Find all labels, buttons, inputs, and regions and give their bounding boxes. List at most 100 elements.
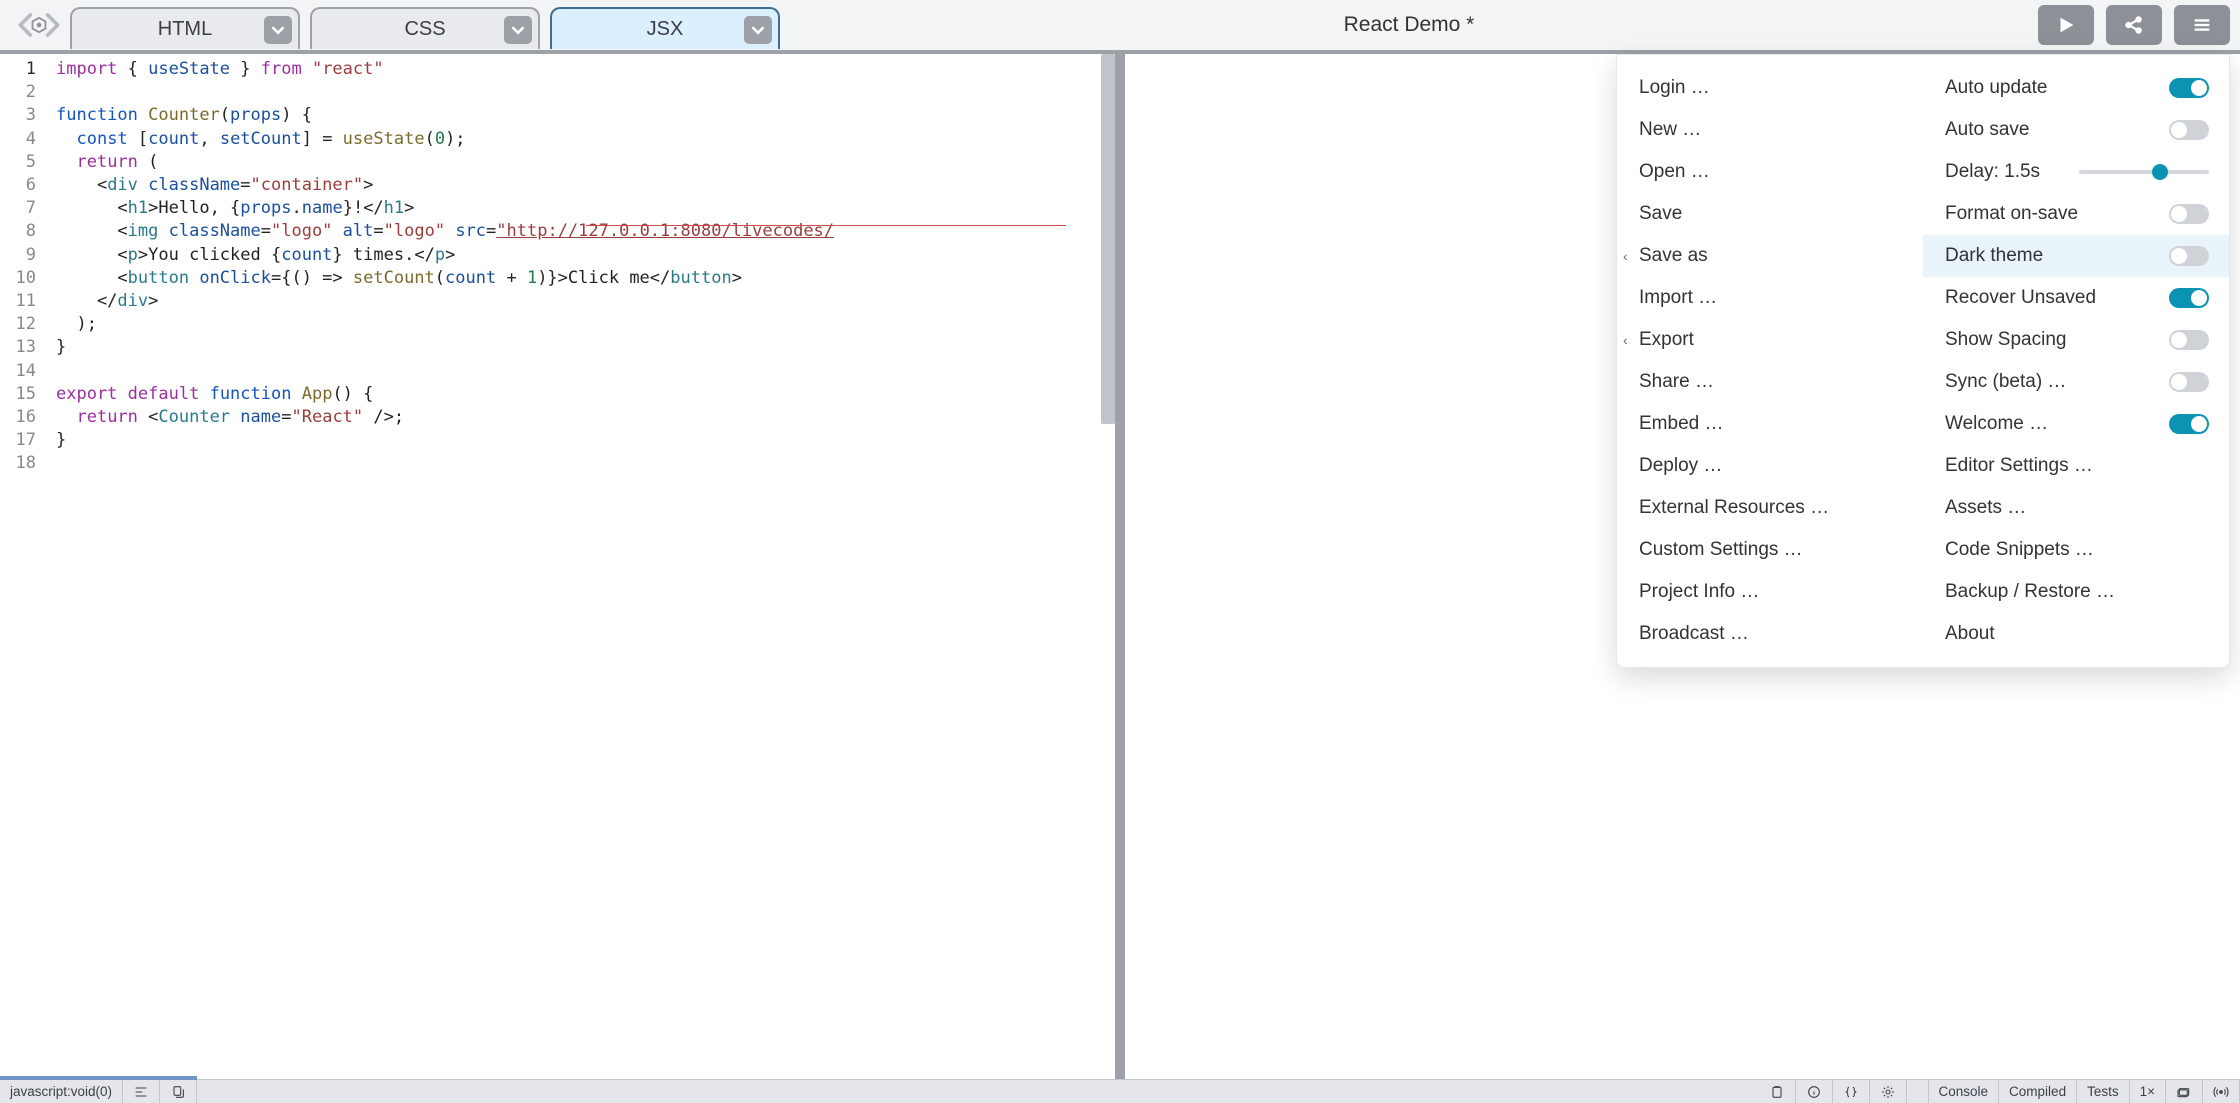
menu-item-label: Share … bbox=[1639, 371, 1903, 393]
gear-icon[interactable] bbox=[1870, 1080, 1907, 1103]
copy-icon[interactable] bbox=[160, 1080, 197, 1103]
menu-item-deploy[interactable]: Deploy … bbox=[1617, 445, 1923, 487]
braces-icon[interactable] bbox=[1833, 1080, 1870, 1103]
menu-item-label: Welcome … bbox=[1945, 413, 2169, 435]
menu-item-label: Recover Unsaved bbox=[1945, 287, 2169, 309]
menu-item-label: Backup / Restore … bbox=[1945, 581, 2209, 603]
status-item-console[interactable]: Console bbox=[1929, 1080, 2000, 1103]
menu-item-label: About bbox=[1945, 623, 2209, 645]
menu-item-label: Project Info … bbox=[1639, 581, 1903, 603]
project-title[interactable]: React Demo * bbox=[780, 13, 2038, 37]
tab-label: HTML bbox=[158, 18, 212, 41]
run-button[interactable] bbox=[2038, 5, 2094, 45]
menu-item-custset[interactable]: Custom Settings … bbox=[1617, 529, 1923, 571]
menu-item-embed[interactable]: Embed … bbox=[1617, 403, 1923, 445]
menu-item-sync[interactable]: Sync (beta) … bbox=[1923, 361, 2229, 403]
menu-item-label: Auto update bbox=[1945, 77, 2169, 99]
hamburger-menu-button[interactable] bbox=[2174, 5, 2230, 45]
toggle-formatsave[interactable] bbox=[2169, 204, 2209, 224]
menu-item-label: Broadcast … bbox=[1639, 623, 1903, 645]
menu-item-label: Export bbox=[1639, 329, 1903, 351]
toggle-darktheme[interactable] bbox=[2169, 246, 2209, 266]
menu-item-label: Assets … bbox=[1945, 497, 2209, 519]
menu-item-label: New … bbox=[1639, 119, 1903, 141]
menu-item-label: Format on-save bbox=[1945, 203, 2169, 225]
menu-item-about[interactable]: About bbox=[1923, 613, 2229, 655]
settings-menu: Login … New … Open … Save ‹ Save as Import … ‹ E… bbox=[1616, 54, 2230, 668]
tab-css[interactable]: CSS bbox=[310, 7, 540, 49]
chevron-left-icon: ‹ bbox=[1623, 248, 1628, 264]
menu-item-delay[interactable]: Delay: 1.5s bbox=[1923, 151, 2229, 193]
slider-delay[interactable] bbox=[2079, 170, 2209, 174]
menu-item-projinfo[interactable]: Project Info … bbox=[1617, 571, 1923, 613]
line-gutter: 123456789101112131415161718 bbox=[0, 54, 44, 1079]
menu-item-label: Open … bbox=[1639, 161, 1903, 183]
preview-pane: Login … New … Open … Save ‹ Save as Import … ‹ E… bbox=[1125, 54, 2240, 1079]
menu-item-label: Delay: 1.5s bbox=[1945, 161, 2071, 183]
menu-item-label: Login … bbox=[1639, 77, 1903, 99]
menu-item-backup[interactable]: Backup / Restore … bbox=[1923, 571, 2229, 613]
toolbar: HTML CSS JSX React Demo * bbox=[0, 0, 2240, 54]
menu-item-autosave[interactable]: Auto save bbox=[1923, 109, 2229, 151]
toggle-autoupdate[interactable] bbox=[2169, 78, 2209, 98]
code-editor[interactable]: import { useState } from "react" functio… bbox=[44, 54, 1115, 1079]
menu-item-label: Dark theme bbox=[1945, 245, 2169, 267]
toggle-autosave[interactable] bbox=[2169, 120, 2209, 140]
status-item-1[interactable]: 1× bbox=[2130, 1080, 2166, 1103]
toggle-sync[interactable] bbox=[2169, 372, 2209, 392]
menu-item-label: Embed … bbox=[1639, 413, 1903, 435]
info-icon[interactable] bbox=[1796, 1080, 1833, 1103]
menu-item-saveas[interactable]: ‹ Save as bbox=[1617, 235, 1923, 277]
menu-item-new[interactable]: New … bbox=[1617, 109, 1923, 151]
menu-item-broadcast[interactable]: Broadcast … bbox=[1617, 613, 1923, 655]
menu-item-assets[interactable]: Assets … bbox=[1923, 487, 2229, 529]
menu-item-recover[interactable]: Recover Unsaved bbox=[1923, 277, 2229, 319]
tab-language-dropdown[interactable] bbox=[744, 16, 772, 44]
tab-language-dropdown[interactable] bbox=[504, 16, 532, 44]
menu-item-label: Editor Settings … bbox=[1945, 455, 2209, 477]
format-icon[interactable] bbox=[123, 1080, 160, 1103]
menu-item-share[interactable]: Share … bbox=[1617, 361, 1923, 403]
toggle-spacing[interactable] bbox=[2169, 330, 2209, 350]
broadcast-icon[interactable] bbox=[2203, 1080, 2240, 1103]
fullscreen-icon[interactable] bbox=[2166, 1080, 2203, 1103]
status-link[interactable]: javascript:void(0) bbox=[0, 1080, 123, 1103]
menu-item-open[interactable]: Open … bbox=[1617, 151, 1923, 193]
menu-item-login[interactable]: Login … bbox=[1617, 67, 1923, 109]
menu-item-edset[interactable]: Editor Settings … bbox=[1923, 445, 2229, 487]
menu-item-label: External Resources … bbox=[1639, 497, 1903, 519]
clipboard-icon[interactable] bbox=[1759, 1080, 1796, 1103]
tab-language-dropdown[interactable] bbox=[264, 16, 292, 44]
status-item-tests[interactable]: Tests bbox=[2077, 1080, 2130, 1103]
chevron-left-icon: ‹ bbox=[1623, 332, 1628, 348]
menu-item-formatsave[interactable]: Format on-save bbox=[1923, 193, 2229, 235]
menu-item-label: Sync (beta) … bbox=[1945, 371, 2169, 393]
app-logo[interactable] bbox=[8, 2, 70, 48]
tab-label: CSS bbox=[404, 18, 445, 41]
menu-item-extres[interactable]: External Resources … bbox=[1617, 487, 1923, 529]
menu-item-autoupdate[interactable]: Auto update bbox=[1923, 67, 2229, 109]
tab-jsx[interactable]: JSX bbox=[550, 7, 780, 49]
minimap-scrollbar[interactable] bbox=[1101, 54, 1115, 424]
menu-item-label: Import … bbox=[1639, 287, 1903, 309]
menu-item-welcome[interactable]: Welcome … bbox=[1923, 403, 2229, 445]
status-item-compiled[interactable]: Compiled bbox=[1999, 1080, 2077, 1103]
menu-item-darktheme[interactable]: Dark theme bbox=[1923, 235, 2229, 277]
menu-item-label: Show Spacing bbox=[1945, 329, 2169, 351]
menu-item-save[interactable]: Save bbox=[1617, 193, 1923, 235]
menu-item-label: Save bbox=[1639, 203, 1903, 225]
menu-item-label: Save as bbox=[1639, 245, 1903, 267]
menu-item-snippets[interactable]: Code Snippets … bbox=[1923, 529, 2229, 571]
menu-item-label: Code Snippets … bbox=[1945, 539, 2209, 561]
toggle-recover[interactable] bbox=[2169, 288, 2209, 308]
menu-item-label: Deploy … bbox=[1639, 455, 1903, 477]
share-button[interactable] bbox=[2106, 5, 2162, 45]
editor-pane: 123456789101112131415161718 import { use… bbox=[0, 54, 1125, 1079]
menu-item-spacing[interactable]: Show Spacing bbox=[1923, 319, 2229, 361]
menu-item-label: Auto save bbox=[1945, 119, 2169, 141]
menu-item-label: Custom Settings … bbox=[1639, 539, 1903, 561]
menu-item-import[interactable]: Import … bbox=[1617, 277, 1923, 319]
tab-html[interactable]: HTML bbox=[70, 7, 300, 49]
menu-item-export[interactable]: ‹ Export bbox=[1617, 319, 1923, 361]
toggle-welcome[interactable] bbox=[2169, 414, 2209, 434]
